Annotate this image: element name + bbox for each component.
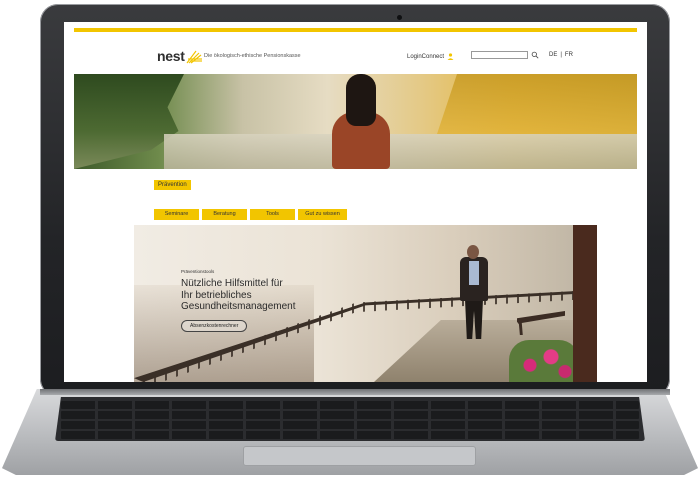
trackpad bbox=[243, 446, 476, 466]
camera-icon bbox=[397, 15, 402, 20]
promo-banner: Präventionstools Nützliche Hilfsmittel f… bbox=[134, 225, 597, 382]
laptop-screen: nest Die ökologisch-ethische Pensionskas… bbox=[64, 22, 647, 382]
login-link[interactable]: LoginConnect bbox=[407, 53, 454, 60]
promo-kicker: Präventionstools bbox=[181, 269, 215, 274]
search-icon[interactable] bbox=[531, 51, 539, 59]
lang-separator: | bbox=[560, 52, 562, 58]
accent-bar bbox=[74, 28, 637, 32]
tab-seminare[interactable]: Seminare bbox=[154, 209, 199, 220]
lang-de[interactable]: DE bbox=[549, 52, 557, 58]
promo-headline-line: Nützliche Hilfsmittel für bbox=[181, 278, 283, 289]
tab-gut-zu-wissen[interactable]: Gut zu wissen bbox=[298, 209, 347, 220]
hero-image bbox=[74, 74, 637, 169]
site-logo[interactable]: nest bbox=[157, 48, 203, 64]
language-switcher: DE | FR bbox=[549, 52, 573, 58]
promo-text-block: Präventionstools Nützliche Hilfsmittel f… bbox=[181, 269, 296, 332]
sub-navigation: Seminare Beratung Tools Gut zu wissen bbox=[154, 209, 347, 220]
keyboard bbox=[55, 397, 645, 441]
promo-headline-line: Ihr betriebliches bbox=[181, 289, 252, 301]
login-label: LoginConnect bbox=[407, 53, 445, 60]
absence-calculator-button[interactable]: Absenzkostenrechner bbox=[181, 319, 248, 332]
promo-headline-line: Gesundheitsmanagement bbox=[181, 301, 296, 312]
nest-logo-icon bbox=[186, 50, 202, 63]
promo-headline: Nützliche Hilfsmittel für Ihr betrieblic… bbox=[181, 278, 296, 313]
lang-fr[interactable]: FR bbox=[565, 52, 573, 58]
tab-beratung[interactable]: Beratung bbox=[202, 209, 247, 220]
site-tagline: Die ökologisch-ethische Pensionskasse bbox=[204, 53, 301, 59]
search-input[interactable] bbox=[471, 51, 528, 59]
tab-tools[interactable]: Tools bbox=[250, 209, 295, 220]
user-icon bbox=[447, 53, 454, 60]
laptop-hinge bbox=[40, 389, 670, 395]
section-tag[interactable]: Prävention bbox=[154, 180, 191, 190]
logo-text: nest bbox=[157, 48, 185, 64]
